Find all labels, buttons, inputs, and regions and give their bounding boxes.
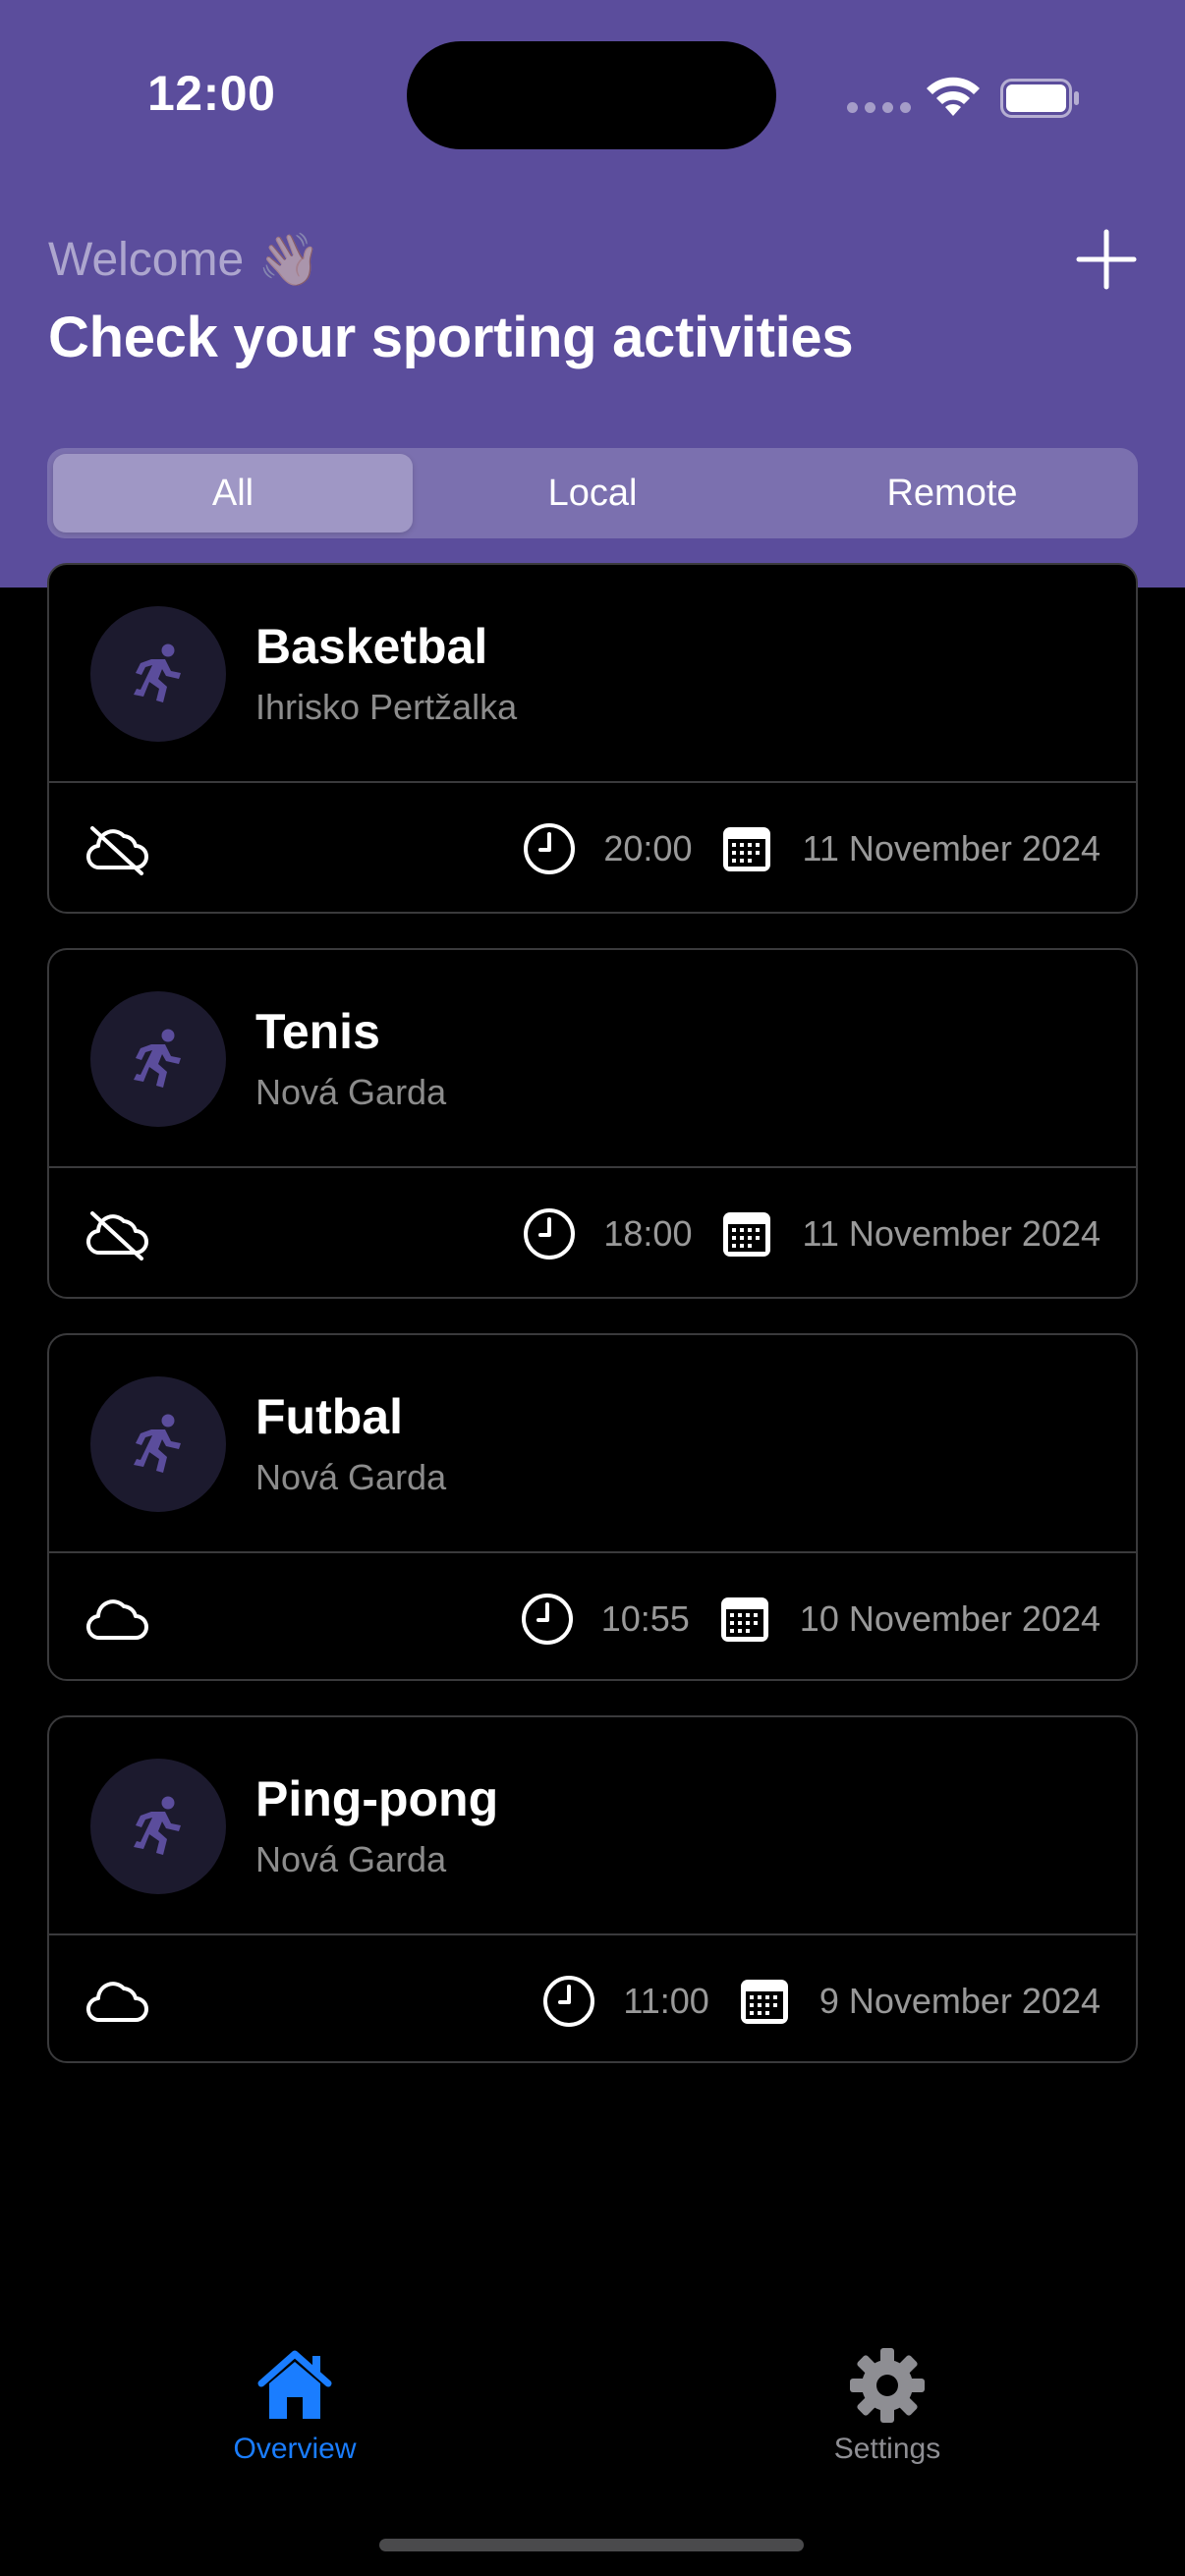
segment-all[interactable]: All: [53, 454, 413, 532]
activity-title: Basketbal: [255, 619, 488, 674]
activity-location: Nová Garda: [255, 1072, 447, 1112]
activity-time: 20:00: [603, 827, 693, 868]
activity-card[interactable]: Tenis Nová Garda 18:00 11 November 2024: [47, 948, 1138, 1299]
house-icon: [257, 2350, 332, 2419]
activity-avatar: [90, 1376, 226, 1512]
activity-card[interactable]: Ping-pong Nová Garda 11:00 9 November 20…: [47, 1715, 1138, 2063]
calendar-icon: [723, 1211, 771, 1257]
activity-title: Futbal: [255, 1389, 403, 1444]
activity-card-header: Ping-pong Nová Garda: [49, 1717, 1136, 1935]
clock-icon: [543, 1975, 595, 2027]
activity-card-header: Futbal Nová Garda: [49, 1335, 1136, 1553]
activity-meta: 11:00 9 November 2024: [542, 1935, 1100, 2061]
filter-segmented-control: All Local Remote: [47, 448, 1138, 538]
activity-location: Nová Garda: [255, 1839, 447, 1879]
activity-date: 11 November 2024: [802, 1212, 1100, 1254]
wifi-icon: [927, 77, 980, 116]
segment-remote[interactable]: Remote: [772, 454, 1132, 532]
activity-title: Tenis: [255, 1004, 380, 1059]
activity-time: 10:55: [600, 1597, 690, 1639]
calendar-icon: [720, 1596, 768, 1642]
calendar-icon: [740, 1979, 788, 2024]
activity-card-footer: 18:00 11 November 2024: [49, 1168, 1136, 1297]
battery-icon: [1000, 79, 1079, 118]
activity-meta: 20:00 11 November 2024: [523, 783, 1100, 912]
add-activity-button[interactable]: [1075, 228, 1138, 291]
running-figure-icon: [134, 1029, 181, 1088]
activity-card-footer: 11:00 9 November 2024: [49, 1935, 1136, 2061]
segment-local[interactable]: Local: [413, 454, 772, 532]
running-figure-icon: [134, 644, 181, 702]
status-time: 12:00: [147, 66, 276, 121]
activity-location: Ihrisko Pertžalka: [255, 687, 518, 727]
cloud-slash-icon: [85, 1211, 148, 1260]
activity-meta: 10:55 10 November 2024: [521, 1553, 1100, 1679]
activity-time: 11:00: [623, 1980, 709, 2021]
tab-overview[interactable]: Overview: [167, 2348, 423, 2466]
clock-icon: [524, 822, 576, 874]
tab-bar: Overview Settings: [0, 2338, 1185, 2495]
clock-icon: [521, 1593, 573, 1645]
tab-overview-label: Overview: [233, 2433, 357, 2465]
activity-list: Basketbal Ihrisko Pertžalka 20:00 11 Nov…: [47, 563, 1138, 2098]
activity-avatar: [90, 606, 226, 742]
activity-avatar: [90, 991, 226, 1127]
tab-settings-label: Settings: [833, 2433, 941, 2465]
activity-card-footer: 20:00 11 November 2024: [49, 783, 1136, 912]
wave-icon: 👋🏻: [257, 232, 321, 289]
page-title: Check your sporting activities: [48, 306, 854, 369]
activity-card-footer: 10:55 10 November 2024: [49, 1553, 1136, 1679]
gear-icon: [850, 2348, 925, 2423]
running-figure-icon: [134, 1414, 181, 1473]
activity-location: Nová Garda: [255, 1457, 447, 1497]
activity-time: 18:00: [603, 1212, 693, 1254]
cellular-signal-icon: [847, 102, 911, 113]
activity-card-header: Tenis Nová Garda: [49, 950, 1136, 1168]
tab-settings[interactable]: Settings: [760, 2348, 1015, 2466]
activity-meta: 18:00 11 November 2024: [523, 1168, 1100, 1297]
calendar-icon: [723, 826, 771, 871]
activity-card[interactable]: Futbal Nová Garda 10:55 10 November 2024: [47, 1333, 1138, 1681]
activity-avatar: [90, 1759, 226, 1894]
activity-card[interactable]: Basketbal Ihrisko Pertžalka 20:00 11 Nov…: [47, 563, 1138, 914]
cloud-icon: [85, 1599, 148, 1641]
welcome-label: Welcome: [48, 234, 245, 286]
welcome-text: Welcome 👋🏻: [48, 230, 321, 290]
activity-date: 9 November 2024: [818, 1980, 1100, 2021]
cloud-icon: [85, 1982, 148, 2023]
activity-card-header: Basketbal Ihrisko Pertžalka: [49, 565, 1136, 783]
activity-date: 11 November 2024: [802, 827, 1100, 868]
activity-title: Ping-pong: [255, 1771, 499, 1826]
activity-date: 10 November 2024: [799, 1597, 1100, 1639]
dynamic-island: [407, 41, 776, 149]
home-indicator: [379, 2539, 804, 2551]
running-figure-icon: [134, 1796, 181, 1855]
cloud-slash-icon: [85, 826, 148, 875]
clock-icon: [524, 1207, 576, 1260]
